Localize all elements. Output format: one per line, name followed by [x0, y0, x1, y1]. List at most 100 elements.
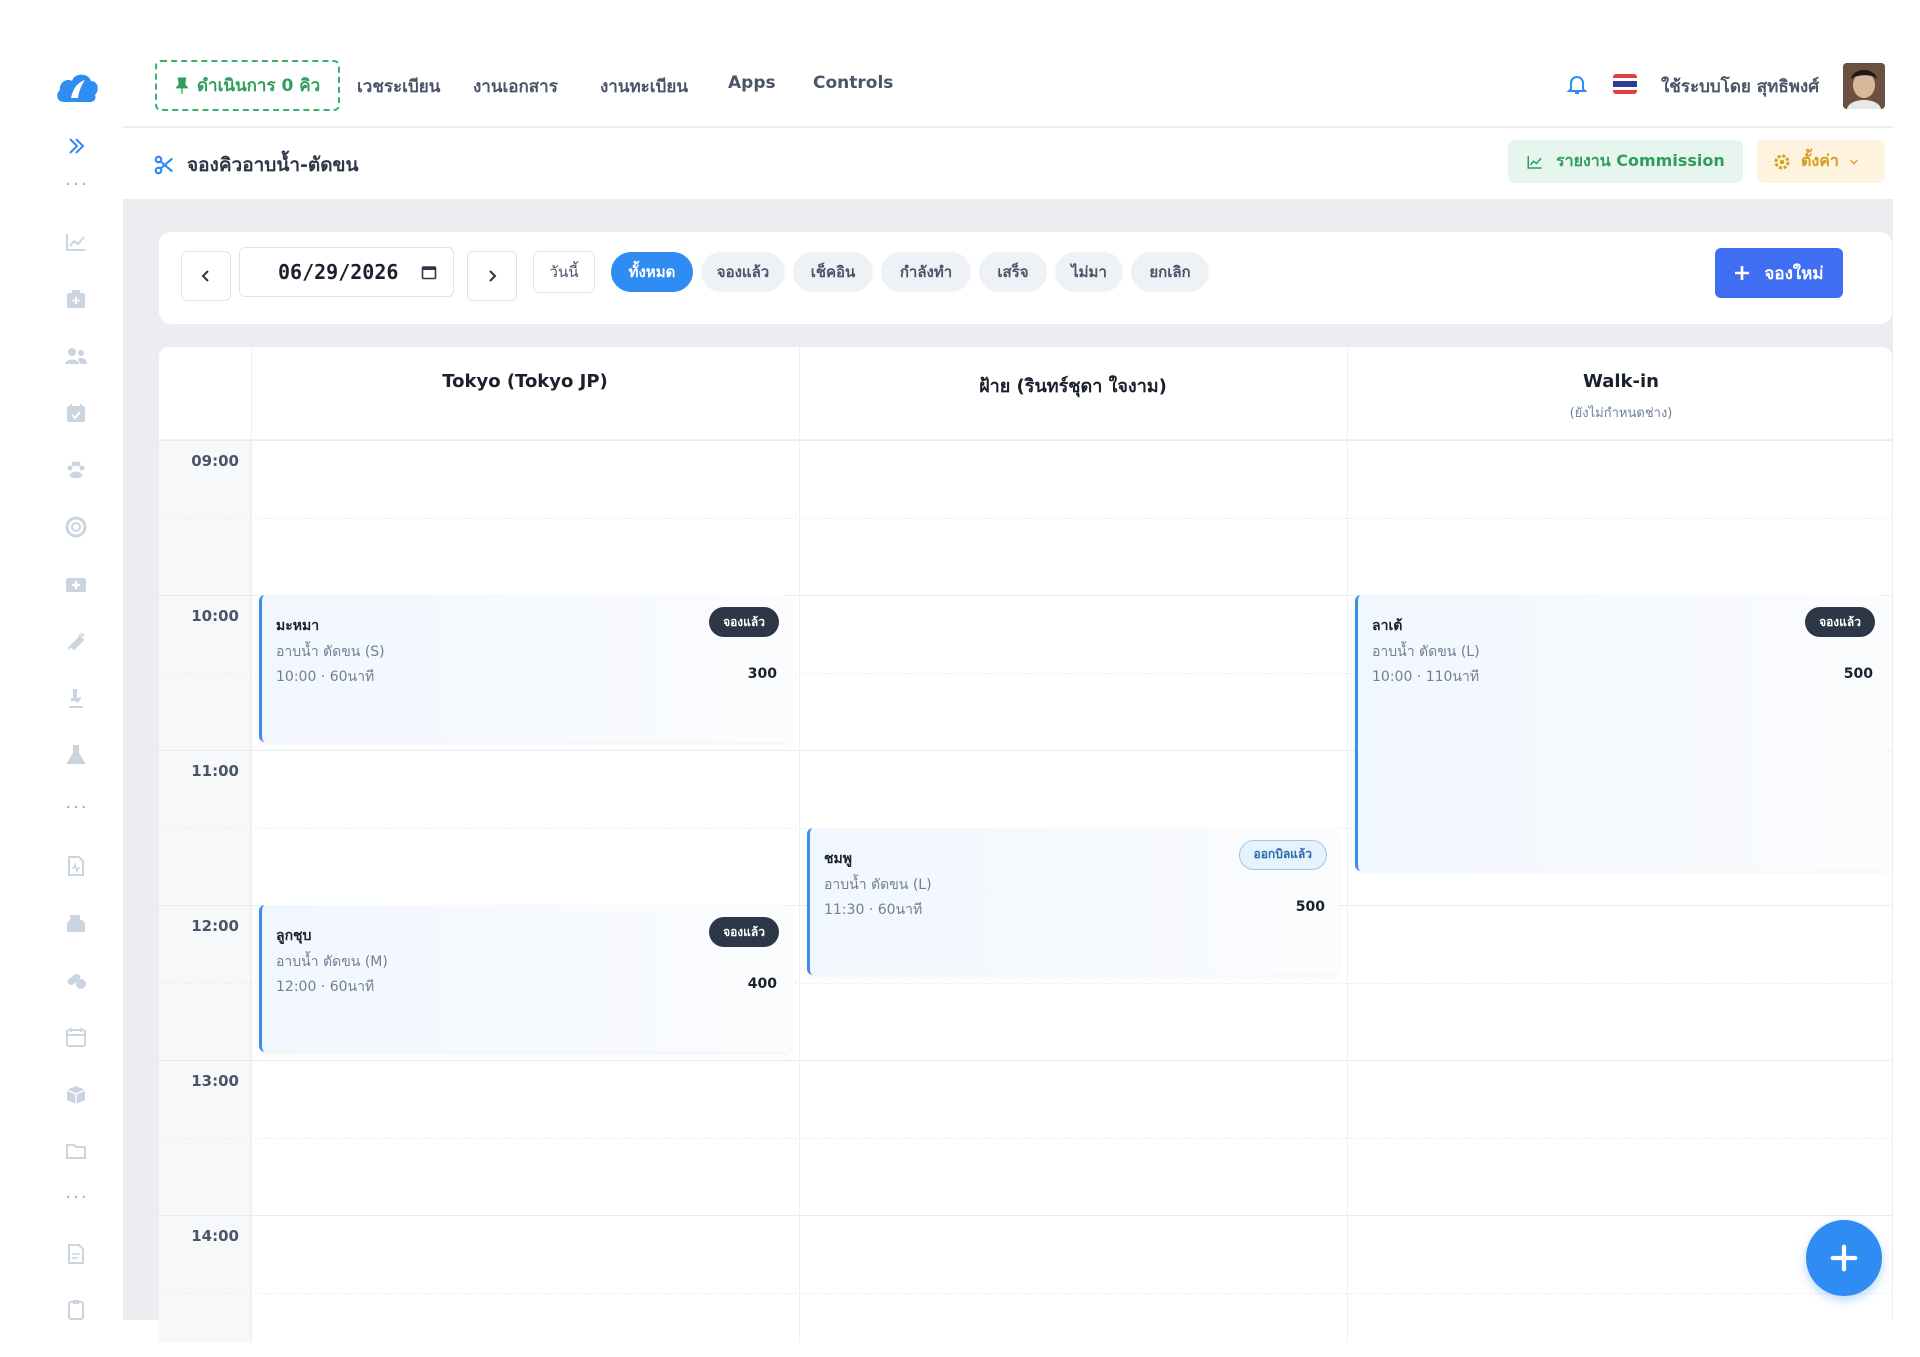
appointment-price: 500 — [1295, 898, 1325, 915]
appointment-service: อาบน้ำ ตัดขน (S) — [276, 644, 385, 660]
sidebar-item-reports[interactable] — [62, 1240, 90, 1268]
sidebar-item-stock[interactable] — [62, 1080, 90, 1108]
sidebar-item-pharmacy[interactable] — [62, 966, 90, 994]
filter-chip-cancelled[interactable]: ยกเลิก — [1131, 252, 1209, 292]
time-label: 10:00 — [191, 607, 239, 625]
appointment-service: อาบน้ำ ตัดขน (L) — [824, 876, 932, 893]
cash-register-icon — [67, 915, 85, 932]
prev-day-button[interactable] — [181, 251, 231, 301]
chart-line-icon — [1527, 155, 1542, 169]
filter-chip-all[interactable]: ทั้งหมด — [611, 252, 693, 292]
page-title-wrap: จองคิวอาบน้ำ-ตัดขน — [153, 150, 359, 180]
commission-report-button[interactable]: รายงาน Commission — [1508, 140, 1743, 183]
top-navbar: ดำเนินการ 0 คิว เวชระเบียน งานเอกสาร งาน… — [123, 45, 1893, 127]
flask-icon — [66, 745, 86, 764]
queue-status-label: ดำเนินการ 0 คิว — [197, 76, 321, 96]
appointment-pet-name: ลูกชุบ — [276, 928, 312, 944]
sidebar-item-appointments[interactable] — [62, 399, 90, 427]
calendar-grid: Tokyo (Tokyo JP) ฝ้าย (รินทร์ชุดา ใจงาม)… — [159, 347, 1892, 1343]
appointment-service: อาบน้ำ ตัดขน (M) — [276, 954, 388, 970]
sidebar-item-treatment[interactable] — [62, 570, 90, 598]
appointment-card[interactable]: มะหมา อาบน้ำ ตัดขน (S) 10:00 · 60นาที 300 จอ… — [259, 595, 791, 742]
hour-line — [159, 440, 1892, 441]
half-hour-line — [159, 1137, 1892, 1139]
sidebar-item-lab[interactable] — [62, 684, 90, 712]
thai-flag-icon — [1613, 74, 1637, 94]
filter-chip-done[interactable]: เสร็จ — [979, 252, 1047, 292]
filter-chip-checked-in[interactable]: เช็คอิน — [793, 252, 873, 292]
appointment-card[interactable]: ชมพู อาบน้ำ ตัดขน (L) 11:30 · 60นาที 500 ออก… — [807, 827, 1339, 975]
nav-controls[interactable]: Controls — [813, 73, 893, 93]
appointment-price: 400 — [747, 976, 777, 992]
next-day-button[interactable] — [467, 251, 517, 301]
medkit-icon — [66, 578, 86, 592]
status-badge: จองแล้ว — [709, 607, 779, 637]
sidebar-item-documents[interactable] — [62, 1137, 90, 1165]
paw-icon — [67, 461, 85, 479]
settings-label: ตั้งค่า — [1801, 151, 1839, 170]
microscope-icon — [69, 689, 83, 708]
status-badge: จองแล้ว — [709, 917, 779, 947]
queue-status-pill[interactable]: ดำเนินการ 0 คิว — [155, 60, 341, 111]
sidebar-item-pos[interactable] — [62, 909, 90, 937]
appointment-time: 11:30 · 60นาที — [824, 901, 923, 918]
appointment-card[interactable]: ลูกชุบ อาบน้ำ ตัดขน (M) 12:00 · 60นาที 400 จ… — [259, 905, 791, 1052]
new-booking-label: จองใหม่ — [1764, 263, 1824, 284]
sidebar-separator-3: ··· — [65, 1187, 89, 1208]
calendar-toolbar: 06/29/2026 วันนี้ ทั้งหมด จองแล้ว เช็คอิ… — [159, 232, 1892, 324]
sidebar-item-test[interactable] — [62, 741, 90, 769]
sidebar-item-clinic[interactable] — [62, 285, 90, 313]
sidebar-item-vaccine[interactable] — [62, 627, 90, 655]
filter-chip-no-show[interactable]: ไม่มา — [1055, 252, 1123, 292]
filter-chip-in-progress[interactable]: กำลังทำ — [881, 252, 971, 292]
sidebar-item-pets[interactable] — [62, 456, 90, 484]
nav-registration[interactable]: งานทะเบียน — [600, 73, 688, 100]
calendar-icon — [421, 266, 437, 280]
notification-button[interactable] — [1565, 72, 1589, 100]
sidebar-expand-button[interactable] — [62, 132, 90, 160]
language-switch[interactable] — [1613, 74, 1637, 98]
commission-report-label: รายงาน Commission — [1556, 151, 1725, 170]
box-icon — [66, 1086, 86, 1104]
sidebar-item-stats[interactable] — [62, 228, 90, 256]
nav-medical-records[interactable]: เวชระเบียน — [357, 73, 440, 100]
plus-icon — [1830, 1244, 1858, 1272]
folder-icon — [66, 1144, 86, 1159]
nav-documents[interactable]: งานเอกสาร — [473, 73, 558, 100]
user-avatar[interactable] — [1843, 63, 1885, 109]
calendar-check-icon — [67, 404, 85, 422]
pin-icon — [175, 76, 189, 94]
half-hour-line — [159, 1292, 1892, 1294]
sidebar-item-support[interactable] — [62, 513, 90, 541]
app-logo[interactable] — [54, 68, 100, 108]
sidebar-item-records[interactable] — [62, 852, 90, 880]
appointment-price: 300 — [747, 666, 777, 682]
nav-apps[interactable]: Apps — [728, 73, 776, 93]
plus-icon — [1735, 266, 1750, 280]
time-label: 09:00 — [191, 452, 239, 470]
clipboard-icon — [68, 1300, 84, 1320]
sidebar-item-clients[interactable] — [62, 342, 90, 370]
appointment-service: อาบน้ำ ตัดขน (L) — [1372, 644, 1480, 660]
page-header: จองคิวอาบน้ำ-ตัดขน รายงาน Commission ตั้… — [123, 128, 1893, 199]
appointment-time: 10:00 · 110นาที — [1372, 669, 1480, 685]
today-button[interactable]: วันนี้ — [533, 251, 595, 293]
floating-add-button[interactable] — [1806, 1220, 1882, 1296]
sidebar: ··· ··· ··· — [0, 0, 123, 1320]
user-label[interactable]: ใช้ระบบโดย สุทธิพงศ์ — [1661, 73, 1819, 100]
appointment-card[interactable]: ลาเต้ อาบน้ำ ตัดขน (L) 10:00 · 110นาที 500 จ… — [1355, 595, 1887, 872]
sidebar-item-schedule[interactable] — [62, 1023, 90, 1051]
double-chevron-right-icon — [69, 138, 85, 154]
chart-line-icon — [66, 234, 85, 251]
column-divider — [799, 347, 800, 1343]
new-booking-button[interactable]: จองใหม่ — [1715, 248, 1843, 298]
filter-chip-booked[interactable]: จองแล้ว — [701, 252, 785, 292]
date-input[interactable]: 06/29/2026 — [239, 247, 454, 297]
sidebar-item-tasks[interactable] — [62, 1296, 90, 1324]
scissors-icon — [154, 155, 173, 175]
cloud-logo-icon — [57, 74, 98, 103]
status-badge: ออกบิลแล้ว — [1238, 839, 1327, 870]
chevron-right-icon — [489, 270, 497, 282]
appointment-price: 500 — [1843, 666, 1873, 682]
settings-dropdown[interactable]: ตั้งค่า — [1757, 140, 1885, 183]
